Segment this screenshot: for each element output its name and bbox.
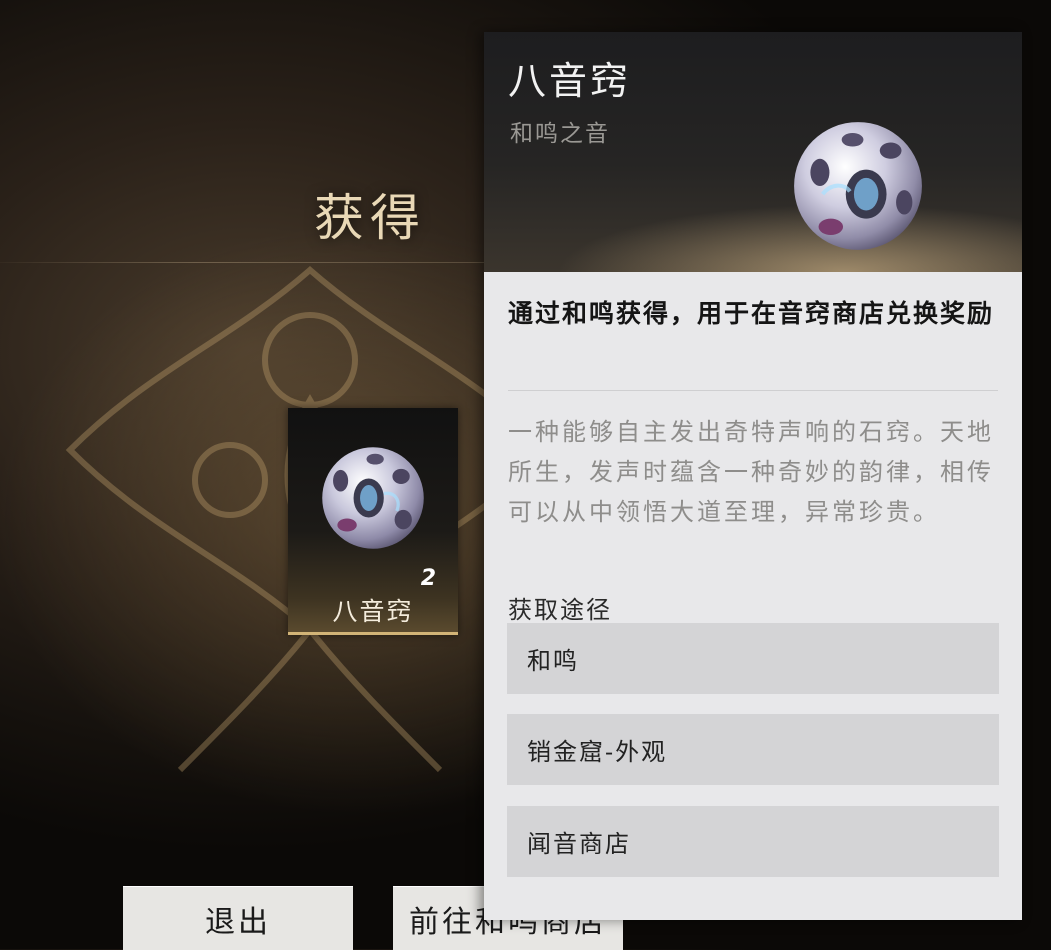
header-divider xyxy=(0,262,490,263)
panel-subtitle: 和鸣之音 xyxy=(510,121,610,147)
item-card[interactable]: 2 八音窍 xyxy=(288,408,458,635)
item-description: 一种能够自主发出奇特声响的石窍。天地所生，发声时蕴含一种奇妙的韵律，相传可以从中… xyxy=(508,418,994,526)
obtain-title: 获得 xyxy=(314,189,426,247)
item-detail-panel: 八音窍 和鸣之音 通过和鸣获得，用于在音窍商店兑换奖励 一种能够自主发出奇特声响… xyxy=(484,32,1022,920)
item-count: 2 xyxy=(420,566,436,591)
stone-orb-icon xyxy=(794,122,922,250)
exit-button[interactable]: 退出 xyxy=(123,886,353,950)
source-label: 获取途径 xyxy=(508,596,612,624)
item-summary: 通过和鸣获得，用于在音窍商店兑换奖励 xyxy=(508,299,995,328)
source-item-xiaojinku-appearance[interactable]: 销金窟-外观 xyxy=(507,714,999,785)
stone-orb-icon xyxy=(322,447,424,549)
source-item-wenyin-shop[interactable]: 闻音商店 xyxy=(507,806,999,877)
panel-separator xyxy=(508,390,998,391)
item-name: 八音窍 xyxy=(332,597,414,626)
panel-title: 八音窍 xyxy=(508,59,632,103)
source-item-heming[interactable]: 和鸣 xyxy=(507,623,999,694)
panel-header: 八音窍 和鸣之音 xyxy=(484,32,1022,272)
